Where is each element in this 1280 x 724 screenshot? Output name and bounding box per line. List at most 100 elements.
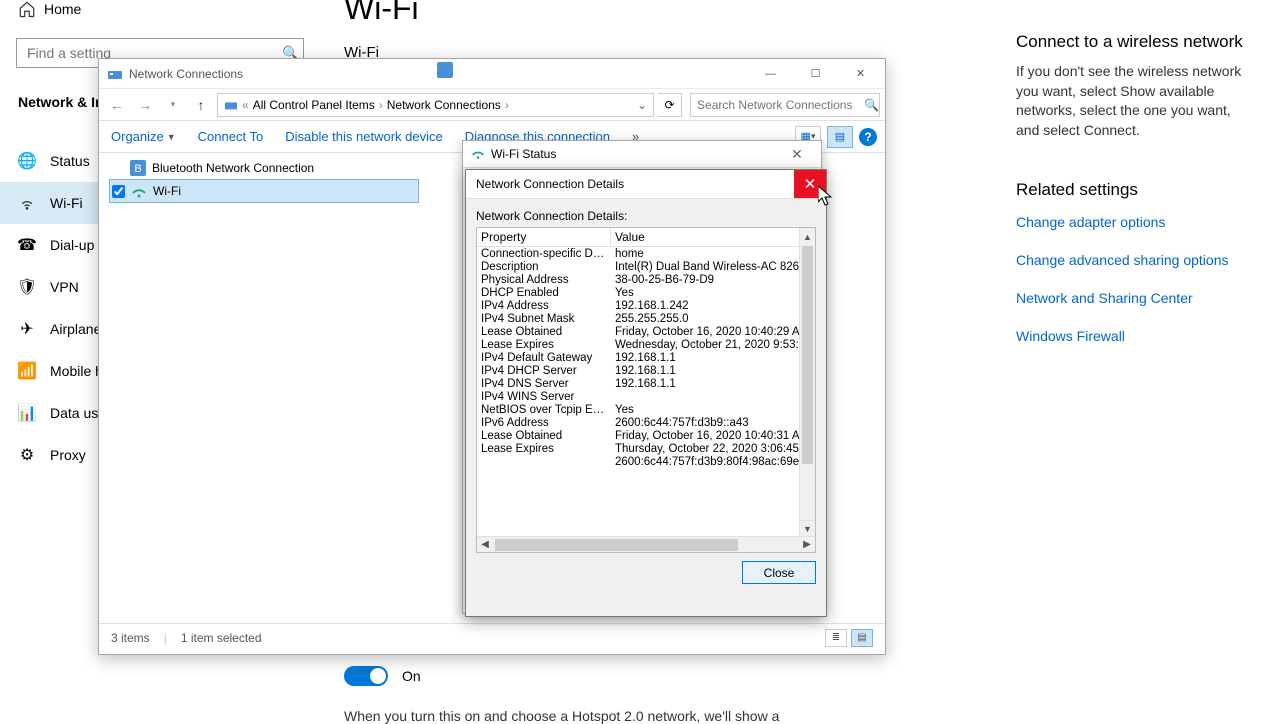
details-titlebar[interactable]: Network Connection Details ✕ (466, 170, 826, 199)
recent-dropdown[interactable]: ▾ (161, 93, 185, 117)
link-firewall[interactable]: Windows Firewall (1016, 328, 1256, 344)
connection-item-bluetooth[interactable]: B Bluetooth Network Connection (109, 157, 419, 179)
value-cell: Thursday, October 22, 2020 3:06:45 PM (611, 443, 815, 455)
search-connections-input[interactable] (690, 93, 880, 117)
value-cell: 192.168.1.1 (611, 378, 815, 390)
hotspot-icon: 📶 (18, 362, 36, 380)
breadcrumb-item[interactable]: All Control Panel Items (253, 98, 375, 112)
sidebar-item-label: Dial-up (50, 237, 94, 253)
property-cell: Lease Obtained (477, 326, 611, 338)
table-row[interactable]: IPv4 DNS Server192.168.1.1 (477, 377, 815, 390)
table-row[interactable]: IPv4 DHCP Server192.168.1.1 (477, 364, 815, 377)
maximize-button[interactable]: ☐ (793, 60, 838, 88)
close-button[interactable]: ✕ (777, 146, 817, 163)
value-cell: 192.168.1.1 (611, 352, 815, 364)
chevron-right-icon[interactable]: › (379, 98, 383, 112)
explorer-titlebar[interactable]: Network Connections — ☐ ✕ (99, 59, 885, 89)
scroll-left-button[interactable]: ◀ (477, 539, 493, 550)
scroll-down-button[interactable]: ▼ (799, 520, 815, 536)
value-cell: 2600:6c44:757f:d3b9:80f4:98ac:69e9: (611, 456, 815, 468)
right-heading: Connect to a wireless network (1016, 32, 1256, 52)
home-label[interactable]: Home (44, 1, 81, 17)
table-row[interactable]: IPv4 WINS Server (477, 390, 815, 403)
back-button[interactable]: ← (105, 93, 129, 117)
table-row[interactable]: Lease ObtainedFriday, October 16, 2020 1… (477, 429, 815, 442)
chevron-down-icon: ▼ (167, 132, 176, 142)
link-sharing-center[interactable]: Network and Sharing Center (1016, 290, 1256, 306)
table-row[interactable]: Lease ExpiresThursday, October 22, 2020 … (477, 442, 815, 455)
table-row[interactable]: 2600:6c44:757f:d3b9:80f4:98ac:69e9: (477, 455, 815, 468)
minimize-button[interactable]: — (748, 60, 793, 88)
value-cell: Friday, October 16, 2020 10:40:29 AM (611, 326, 815, 338)
help-button[interactable]: ? (859, 128, 877, 146)
vertical-scrollbar[interactable] (799, 246, 815, 536)
organize-menu[interactable]: Organize▼ (111, 129, 176, 144)
search-icon[interactable]: 🔍 (864, 98, 879, 112)
table-row[interactable]: IPv4 Default Gateway192.168.1.1 (477, 351, 815, 364)
scroll-right-button[interactable]: ▶ (799, 539, 815, 550)
table-row[interactable]: Lease ExpiresWednesday, October 21, 2020… (477, 338, 815, 351)
breadcrumb-sep: « (242, 98, 249, 112)
table-row[interactable]: IPv6 Address2600:6c44:757f:d3b9::a43 (477, 416, 815, 429)
airplane-icon: ✈ (18, 320, 36, 338)
svg-text:B: B (134, 163, 141, 175)
wifi-signal-icon (471, 147, 491, 161)
details-title: Network Connection Details (476, 177, 624, 191)
table-row[interactable]: DescriptionIntel(R) Dual Band Wireless-A… (477, 260, 815, 273)
table-row[interactable]: IPv4 Subnet Mask255.255.255.0 (477, 312, 815, 325)
table-row[interactable]: Lease ObtainedFriday, October 16, 2020 1… (477, 325, 815, 338)
view-details-small[interactable]: ▤ (851, 629, 873, 647)
up-button[interactable]: ↑ (189, 93, 213, 117)
link-advanced-sharing[interactable]: Change advanced sharing options (1016, 252, 1256, 268)
status-bar: 3 items | 1 item selected ≣ ▤ (99, 623, 885, 651)
value-cell: home (611, 248, 815, 260)
scroll-up-button[interactable]: ▲ (799, 228, 815, 246)
home-icon[interactable] (18, 0, 36, 18)
disable-device-button[interactable]: Disable this network device (285, 129, 443, 144)
online-signup-toggle[interactable] (344, 666, 388, 686)
sidebar-item-label: VPN (50, 279, 79, 295)
table-row[interactable]: IPv4 Address192.168.1.242 (477, 299, 815, 312)
explorer-icon (107, 66, 129, 82)
close-details-button[interactable]: Close (742, 561, 816, 584)
address-dropdown[interactable]: ⌄ (637, 98, 647, 112)
table-row[interactable]: DHCP EnabledYes (477, 286, 815, 299)
proxy-icon: ⚙ (18, 446, 36, 464)
view-list-small[interactable]: ≣ (825, 629, 847, 647)
view-details-button[interactable]: ▤ (827, 126, 853, 148)
connect-to-button[interactable]: Connect To (198, 129, 264, 144)
link-adapter-options[interactable]: Change adapter options (1016, 214, 1256, 230)
chevron-right-icon[interactable]: › (505, 98, 509, 112)
explorer-navbar: ← → ▾ ↑ « All Control Panel Items › Netw… (99, 89, 885, 121)
refresh-button[interactable]: ⟳ (658, 93, 682, 117)
property-cell: IPv4 Address (477, 300, 611, 312)
address-bar[interactable]: « All Control Panel Items › Network Conn… (217, 93, 654, 117)
wifi-status-titlebar[interactable]: Wi-Fi Status ✕ (463, 141, 821, 168)
property-cell: DHCP Enabled (477, 287, 611, 299)
page-title: Wi-Fi (344, 0, 419, 27)
property-cell: NetBIOS over Tcpip Enab... (477, 404, 611, 416)
column-header-property[interactable]: Property (477, 228, 611, 246)
breadcrumb-item[interactable]: Network Connections (387, 98, 501, 112)
value-cell: Yes (611, 287, 815, 299)
table-row[interactable]: Connection-specific DNS ...home (477, 247, 815, 260)
property-cell: Lease Expires (477, 443, 611, 455)
column-header-value[interactable]: Value (611, 228, 799, 246)
horizontal-scrollbar[interactable]: ◀ ▶ (477, 536, 815, 552)
bluetooth-icon: B (130, 160, 146, 176)
table-row[interactable]: Physical Address38-00-25-B6-79-D9 (477, 273, 815, 286)
close-button[interactable]: ✕ (794, 170, 826, 198)
close-button[interactable]: ✕ (838, 60, 883, 88)
connection-item-extra-icon[interactable] (437, 62, 453, 78)
connection-item-wifi[interactable]: Wi-Fi (109, 179, 419, 203)
forward-button[interactable]: → (133, 93, 157, 117)
details-rows[interactable]: Connection-specific DNS ...homeDescripti… (477, 247, 815, 539)
value-cell: 192.168.1.242 (611, 300, 815, 312)
value-cell: 255.255.255.0 (611, 313, 815, 325)
sidebar-item-label: Proxy (50, 447, 86, 463)
right-paragraph: If you don't see the wireless network yo… (1016, 62, 1256, 140)
connection-details-dialog: Network Connection Details ✕ Network Con… (465, 169, 827, 617)
table-row[interactable]: NetBIOS over Tcpip Enab...Yes (477, 403, 815, 416)
connection-label: Wi-Fi (153, 184, 181, 198)
wifi-checkbox[interactable] (112, 185, 125, 198)
